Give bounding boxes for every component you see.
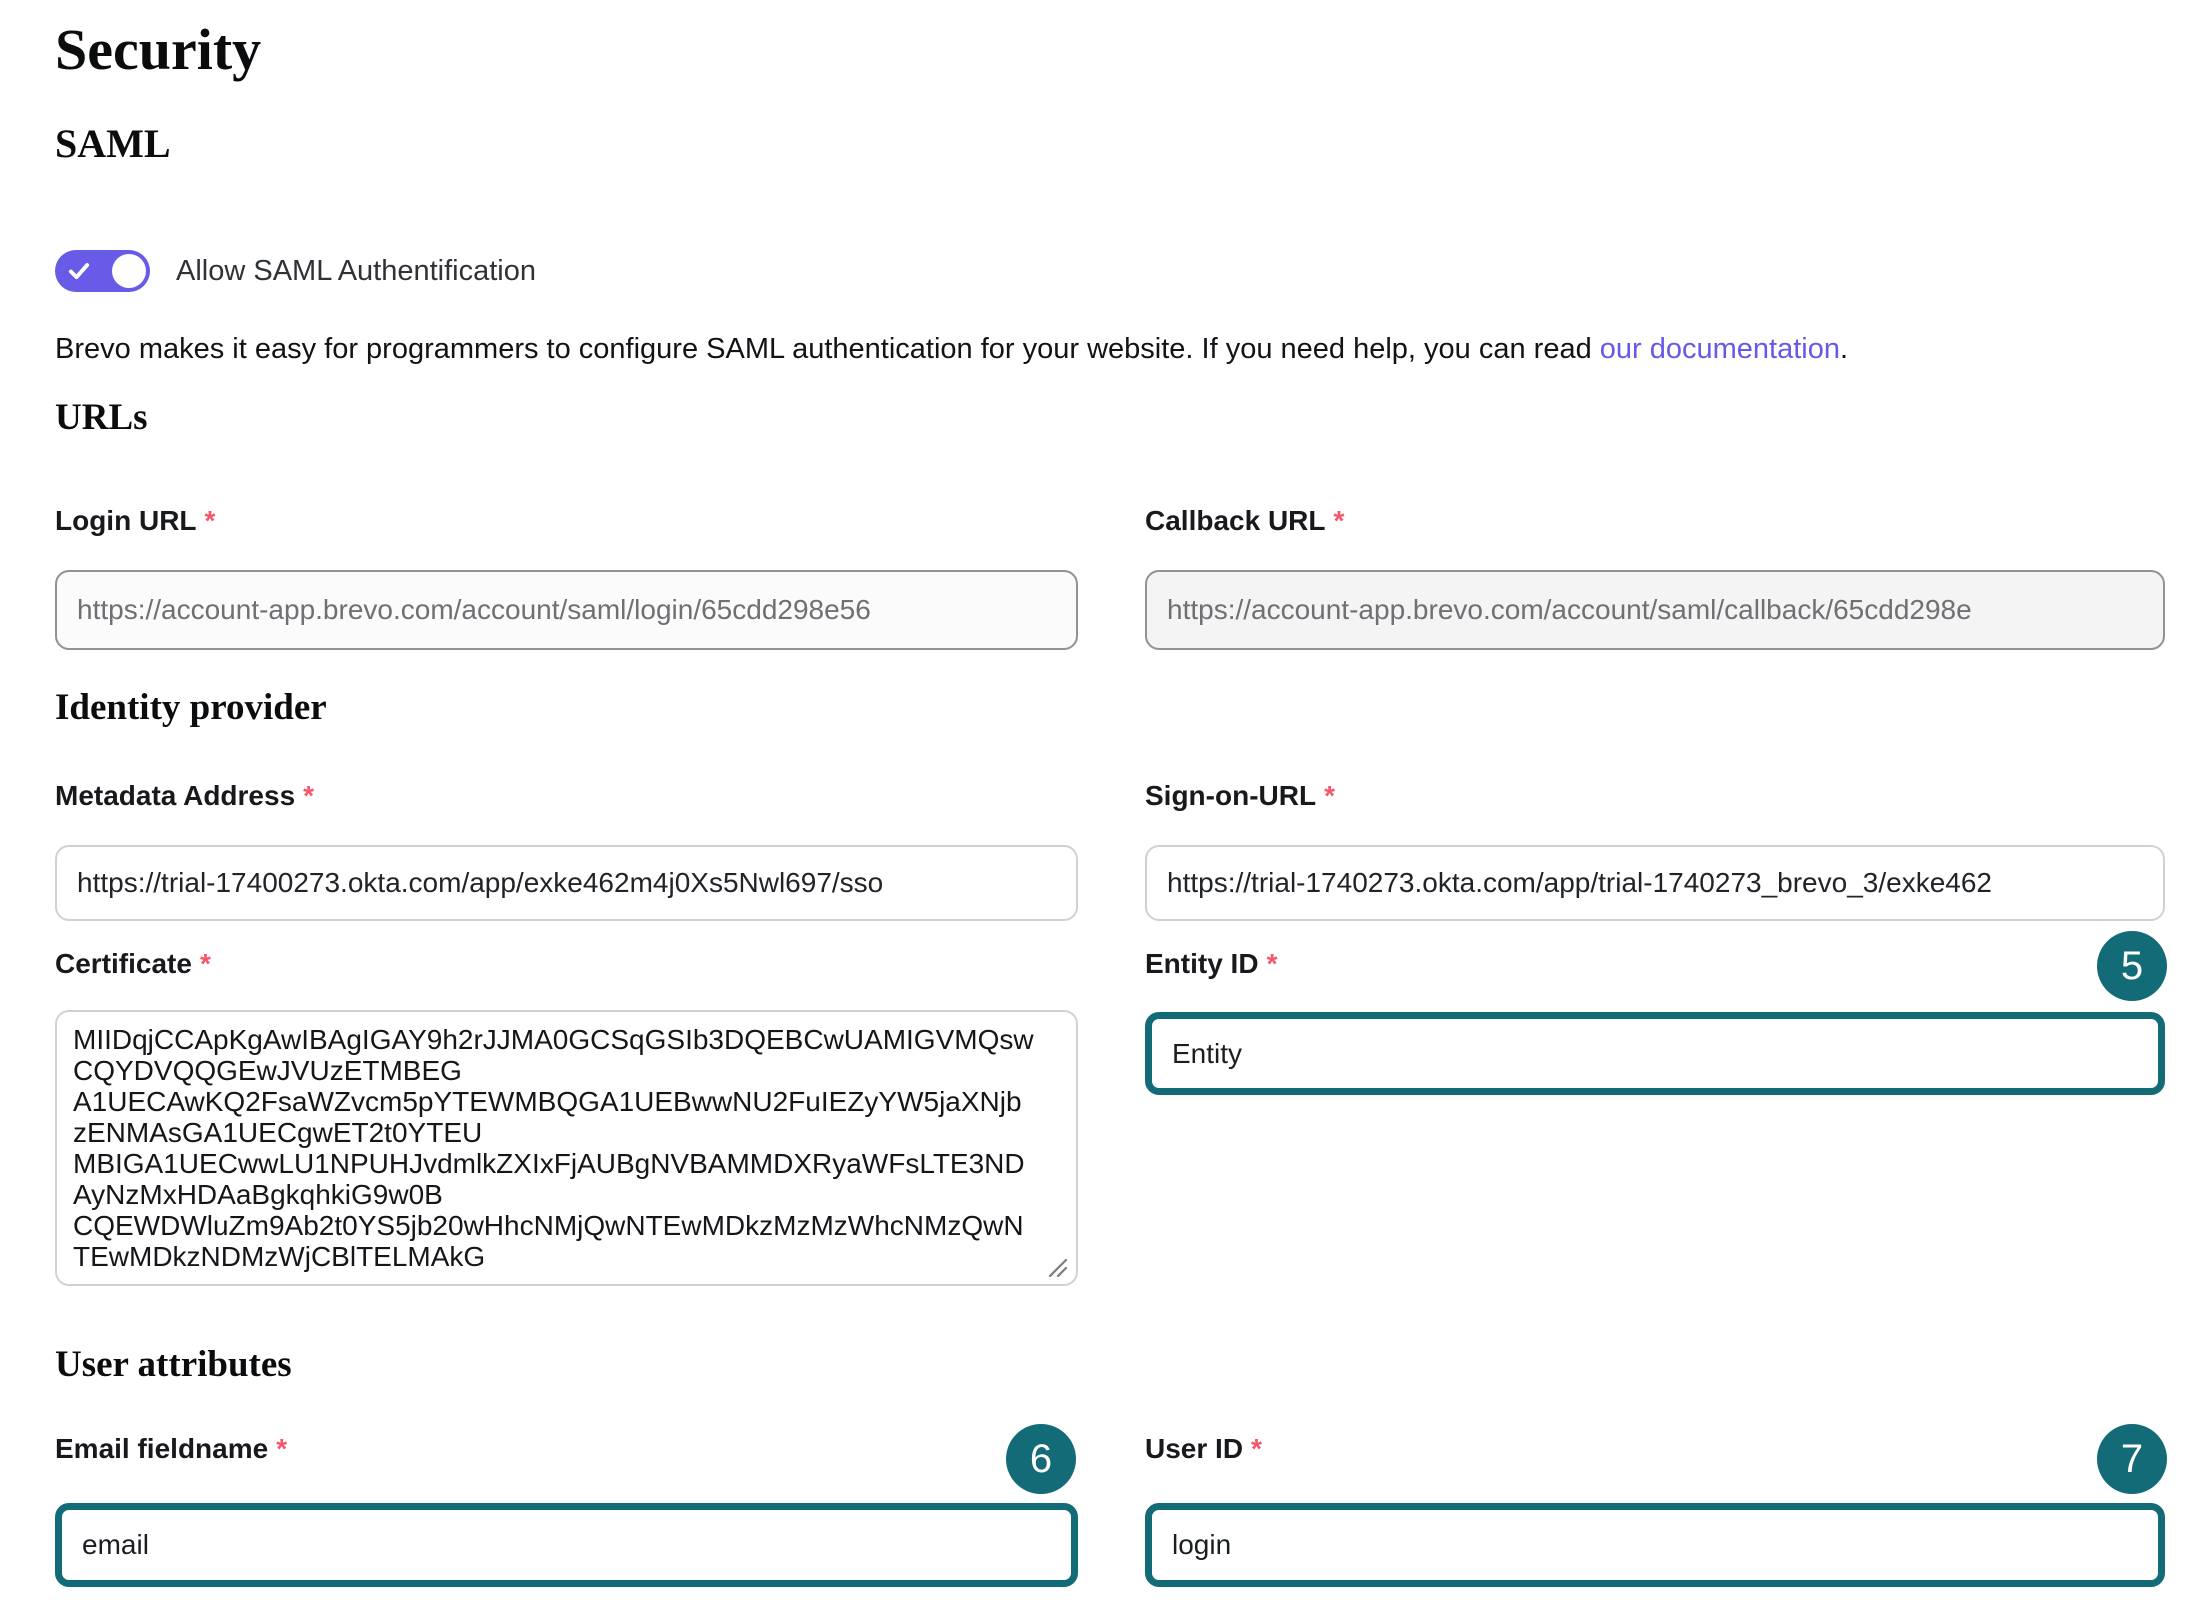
required-asterisk: * — [200, 948, 211, 979]
annotation-badge-5: 5 — [2097, 931, 2167, 1001]
required-asterisk: * — [1267, 948, 1278, 979]
required-asterisk: * — [205, 505, 216, 536]
required-asterisk: * — [276, 1433, 287, 1464]
saml-toggle-row: Allow SAML Authentification — [55, 250, 536, 292]
allow-saml-toggle[interactable] — [55, 250, 150, 292]
sign-on-url-label-text: Sign-on-URL — [1145, 780, 1316, 811]
toggle-label: Allow SAML Authentification — [176, 255, 536, 288]
certificate-label: Certificate * — [55, 948, 211, 980]
email-fieldname-input[interactable] — [55, 1503, 1078, 1587]
identity-provider-heading: Identity provider — [55, 688, 327, 729]
saml-section-heading: SAML — [55, 122, 171, 166]
annotation-badge-7: 7 — [2097, 1424, 2167, 1494]
entity-id-input[interactable] — [1145, 1012, 2165, 1095]
certificate-label-text: Certificate — [55, 948, 192, 979]
documentation-link[interactable]: our documentation — [1600, 333, 1840, 365]
entity-id-label-text: Entity ID — [1145, 948, 1259, 979]
callback-url-input[interactable] — [1145, 570, 2165, 650]
email-fieldname-label: Email fieldname * — [55, 1433, 287, 1465]
login-url-label: Login URL * — [55, 505, 215, 537]
metadata-address-label: Metadata Address * — [55, 780, 314, 812]
sign-on-url-label: Sign-on-URL * — [1145, 780, 1335, 812]
annotation-badge-6: 6 — [1006, 1424, 1076, 1494]
required-asterisk: * — [303, 780, 314, 811]
required-asterisk: * — [1251, 1433, 1262, 1464]
certificate-textarea[interactable]: MIIDqjCCApKgAwIBAgIGAY9h2rJJMA0GCSqGSIb3… — [55, 1010, 1078, 1286]
urls-section-heading: URLs — [55, 398, 148, 439]
entity-id-label: Entity ID * — [1145, 948, 1277, 980]
description-text: Brevo makes it easy for programmers to c… — [55, 333, 1600, 365]
email-fieldname-label-text: Email fieldname — [55, 1433, 268, 1464]
callback-url-label: Callback URL * — [1145, 505, 1344, 537]
required-asterisk: * — [1334, 505, 1345, 536]
description-period: . — [1840, 333, 1848, 365]
user-id-label-text: User ID — [1145, 1433, 1243, 1464]
login-url-label-text: Login URL — [55, 505, 197, 536]
page-title: Security — [55, 18, 261, 82]
toggle-knob — [112, 254, 146, 288]
user-id-input[interactable] — [1145, 1503, 2165, 1587]
required-asterisk: * — [1324, 780, 1335, 811]
user-id-label: User ID * — [1145, 1433, 1262, 1465]
login-url-input[interactable] — [55, 570, 1078, 650]
user-attributes-heading: User attributes — [55, 1345, 292, 1386]
sign-on-url-input[interactable] — [1145, 845, 2165, 921]
check-icon — [66, 258, 92, 284]
saml-description: Brevo makes it easy for programmers to c… — [55, 333, 1848, 366]
security-settings-page: Security SAML Allow SAML Authentificatio… — [0, 0, 2199, 1611]
callback-url-label-text: Callback URL — [1145, 505, 1326, 536]
metadata-address-label-text: Metadata Address — [55, 780, 295, 811]
metadata-address-input[interactable] — [55, 845, 1078, 921]
